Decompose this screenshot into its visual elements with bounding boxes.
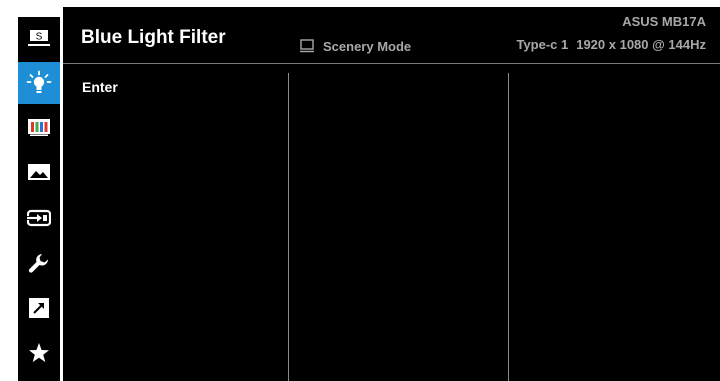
shortcut-arrow-icon — [29, 298, 49, 318]
resolution-refresh: 1920 x 1080 @ 144Hz — [576, 37, 706, 52]
sidebar-item-blue-light[interactable] — [18, 62, 60, 104]
sidebar-item-color[interactable] — [18, 107, 60, 149]
input-status: Type-c 1 1920 x 1080 @ 144Hz — [516, 37, 706, 52]
monitor-mode-icon — [300, 39, 314, 53]
sidebar-item-favorite[interactable] — [18, 332, 60, 374]
sidebar-item-input[interactable] — [18, 197, 60, 239]
osd-main-panel: Blue Light Filter ASUS MB17A Scenery Mod… — [63, 7, 720, 381]
input-source: Type-c 1 — [516, 37, 569, 52]
page-title: Blue Light Filter — [81, 27, 226, 48]
splendid-icon: S — [28, 30, 50, 46]
header-divider — [63, 63, 720, 64]
image-icon — [28, 164, 50, 180]
sidebar-item-system-setup[interactable] — [18, 242, 60, 284]
osd-menu: S Blue Light Filter ASUS MB17A Scenery M… — [0, 0, 720, 381]
menu-item-enter[interactable]: Enter — [82, 79, 118, 95]
current-mode: Scenery Mode — [300, 37, 411, 55]
osd-sidebar: S — [18, 17, 60, 381]
sidebar-item-shortcut[interactable] — [18, 287, 60, 329]
input-select-icon — [27, 209, 51, 227]
sidebar-item-image[interactable] — [18, 152, 60, 194]
wrench-icon — [28, 254, 49, 273]
star-icon — [29, 343, 49, 362]
mode-label: Scenery Mode — [323, 38, 412, 54]
monitor-model: ASUS MB17A — [622, 14, 706, 29]
svg-text:S: S — [36, 32, 43, 43]
sidebar-item-splendid[interactable]: S — [18, 17, 60, 59]
column-divider — [288, 73, 289, 381]
blue-light-bulb-icon — [26, 70, 52, 93]
color-bars-icon — [28, 119, 50, 137]
osd-header: Blue Light Filter ASUS MB17A Scenery Mod… — [63, 7, 720, 63]
column-divider — [508, 73, 509, 381]
